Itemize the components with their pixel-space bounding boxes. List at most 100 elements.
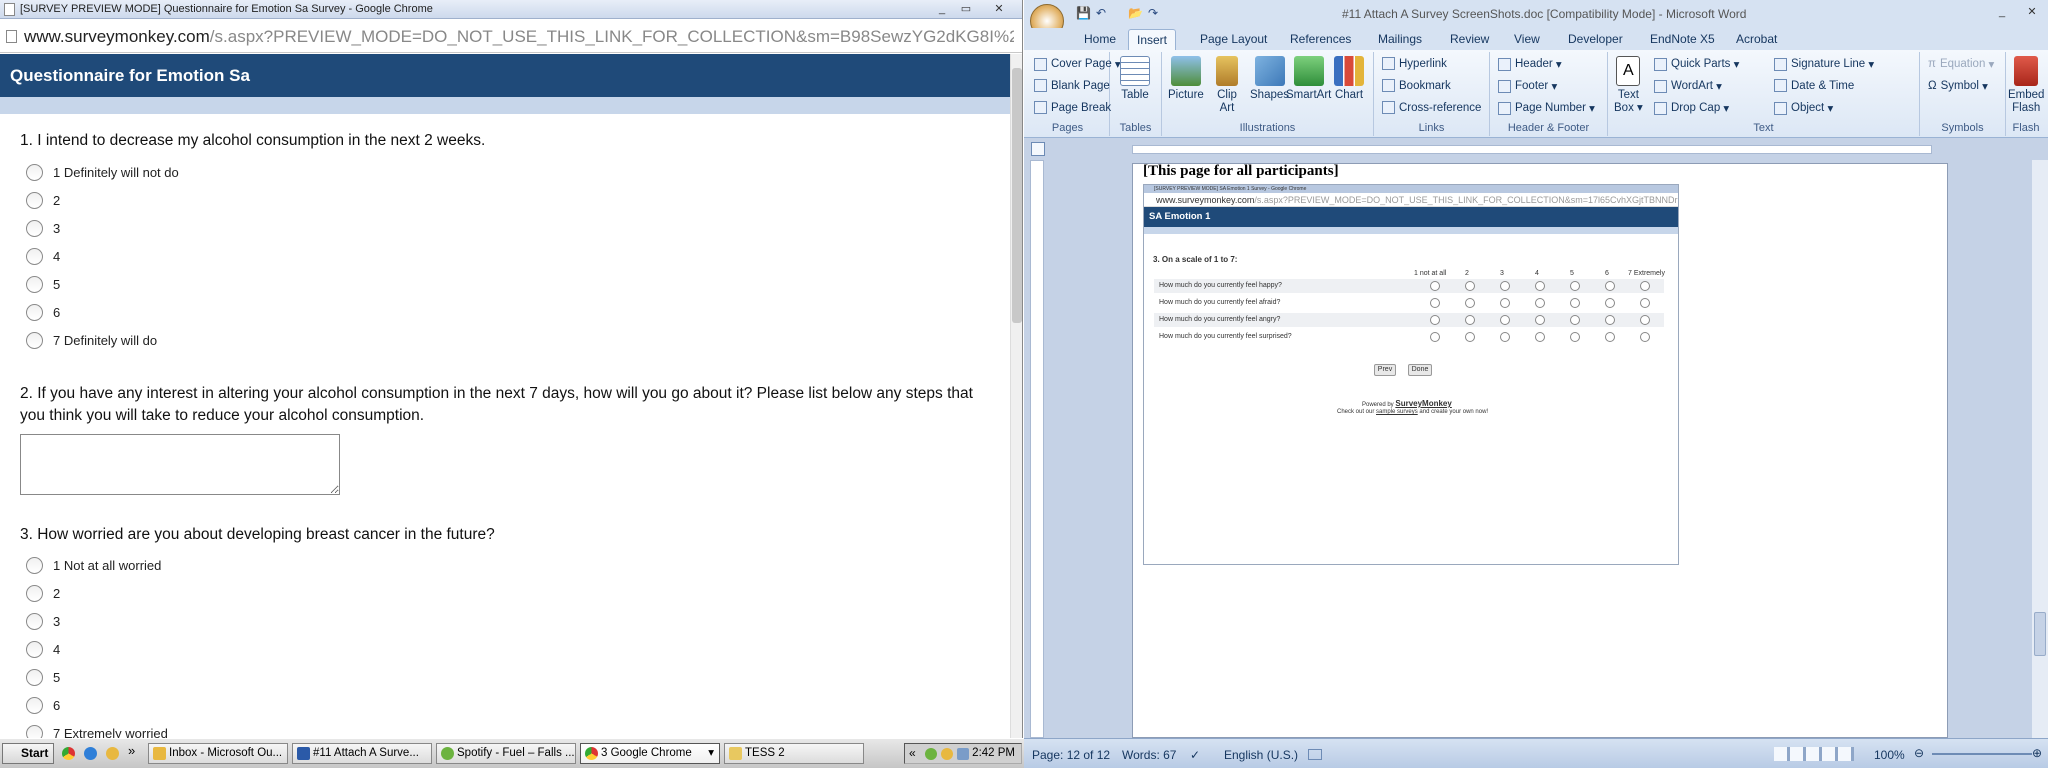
tab-references[interactable]: References (1290, 32, 1351, 46)
tray-icon[interactable] (941, 748, 953, 760)
maximize-button[interactable]: ▭ (956, 2, 976, 17)
taskbar-item-chrome[interactable]: 3 Google Chrome ▾ (580, 743, 720, 764)
zoom-in-icon[interactable]: ⊕ (2032, 746, 2042, 760)
chrome-scrollbar[interactable] (1010, 54, 1022, 738)
bookmark-button[interactable]: Bookmark (1382, 79, 1451, 92)
tab-home[interactable]: Home (1084, 32, 1116, 46)
clip-art-button[interactable]: Clip Art (1216, 56, 1238, 115)
minimize-button[interactable]: _ (932, 2, 952, 17)
radio-button[interactable] (26, 191, 43, 209)
radio-button[interactable] (26, 668, 43, 686)
start-button[interactable]: Start (2, 743, 54, 764)
tab-view[interactable]: View (1514, 32, 1540, 46)
blank-page-button[interactable]: Blank Page (1034, 79, 1110, 92)
q3-option[interactable]: 1 Not at all worried (26, 555, 161, 575)
quick-parts-button[interactable]: Quick Parts ▾ (1654, 57, 1739, 71)
tab-mailings[interactable]: Mailings (1378, 32, 1422, 46)
proofing-icon[interactable]: ✓ (1190, 748, 1200, 762)
url-text[interactable]: www.surveymonkey.com/s.aspx?PREVIEW_MODE… (24, 27, 1014, 47)
close-button[interactable]: ✕ (989, 2, 1009, 17)
radio-button[interactable] (26, 696, 43, 714)
equation-button[interactable]: π Equation ▾ (1928, 57, 1994, 71)
spotify-tray-icon[interactable] (925, 748, 937, 760)
q3-option[interactable]: 2 (26, 583, 60, 603)
hyperlink-button[interactable]: Hyperlink (1382, 57, 1447, 70)
q1-option[interactable]: 5 (26, 274, 60, 294)
chrome-quicklaunch-icon[interactable] (62, 747, 75, 760)
radio-button[interactable] (26, 556, 43, 574)
status-page[interactable]: Page: 12 of 12 (1032, 748, 1110, 762)
redo-icon[interactable]: ↷ (1148, 6, 1158, 20)
save-icon[interactable]: 💾 (1076, 6, 1091, 20)
more-chevron-icon[interactable]: » (128, 743, 135, 758)
object-button[interactable]: Object ▾ (1774, 101, 1833, 115)
radio-button[interactable] (26, 163, 43, 181)
taskbar-item-inbox[interactable]: Inbox - Microsoft Ou... (148, 743, 288, 764)
taskbar-item-tess[interactable]: TESS 2 (724, 743, 864, 764)
cover-page-button[interactable]: Cover Page ▾ (1034, 57, 1121, 71)
radio-button[interactable] (26, 584, 43, 602)
shapes-button[interactable]: Shapes (1250, 56, 1289, 102)
q1-option[interactable]: 4 (26, 246, 60, 266)
drop-cap-button[interactable]: Drop Cap ▾ (1654, 101, 1729, 115)
date-time-button[interactable]: Date & Time (1774, 79, 1854, 92)
status-zoom[interactable]: 100% (1874, 748, 1905, 762)
radio-button[interactable] (26, 612, 43, 630)
picture-button[interactable]: Picture (1168, 56, 1204, 102)
tab-acrobat[interactable]: Acrobat (1736, 32, 1777, 46)
chart-button[interactable]: Chart (1334, 56, 1364, 102)
radio-button[interactable] (26, 331, 43, 349)
taskbar-item-word[interactable]: #11 Attach A Surve... (292, 743, 432, 764)
tab-selector-icon[interactable] (1031, 142, 1045, 156)
wordart-button[interactable]: WordArt ▾ (1654, 79, 1722, 93)
smartart-button[interactable]: SmartArt (1286, 56, 1331, 102)
q3-option[interactable]: 6 (26, 695, 60, 715)
tab-developer[interactable]: Developer (1568, 32, 1623, 46)
radio-button[interactable] (26, 303, 43, 321)
word-scrollbar-thumb[interactable] (2034, 612, 2046, 656)
word-close-button[interactable]: ✕ (2022, 5, 2042, 20)
zoom-slider[interactable] (1932, 753, 2032, 755)
tray-expand-icon[interactable]: « (909, 746, 916, 760)
tab-endnote[interactable]: EndNote X5 (1650, 32, 1715, 46)
signature-line-button[interactable]: Signature Line ▾ (1774, 57, 1874, 71)
radio-button[interactable] (26, 247, 43, 265)
tab-insert[interactable]: Insert (1128, 29, 1177, 50)
radio-button[interactable] (26, 724, 43, 738)
tab-page-layout[interactable]: Page Layout (1200, 32, 1267, 46)
cross-reference-button[interactable]: Cross-reference (1382, 101, 1481, 114)
embed-flash-button[interactable]: Embed Flash (2008, 56, 2044, 115)
q1-option[interactable]: 2 (26, 190, 60, 210)
horizontal-ruler[interactable] (1024, 139, 2048, 159)
status-words[interactable]: Words: 67 (1122, 748, 1176, 762)
symbol-button[interactable]: Ω Symbol ▾ (1928, 79, 1988, 93)
page-number-button[interactable]: Page Number ▾ (1498, 101, 1595, 115)
zoom-out-icon[interactable]: ⊖ (1914, 746, 1924, 760)
vertical-ruler[interactable] (1030, 160, 1044, 738)
taskbar-item-spotify[interactable]: Spotify - Fuel – Falls ... (436, 743, 576, 764)
header-button[interactable]: Header ▾ (1498, 57, 1562, 71)
q1-option[interactable]: 7 Definitely will do (26, 330, 157, 350)
address-bar[interactable]: www.surveymonkey.com/s.aspx?PREVIEW_MODE… (0, 19, 1022, 53)
tab-review[interactable]: Review (1450, 32, 1489, 46)
q3-option[interactable]: 7 Extremely worried (26, 723, 168, 738)
footer-button[interactable]: Footer ▾ (1498, 79, 1557, 93)
q3-option[interactable]: 3 (26, 611, 60, 631)
radio-button[interactable] (26, 219, 43, 237)
word-vertical-scrollbar[interactable] (2032, 160, 2048, 738)
word-minimize-button[interactable]: _ (1992, 5, 2012, 20)
macro-record-icon[interactable] (1308, 749, 1322, 760)
q2-answer-textarea[interactable] (20, 434, 340, 495)
scrollbar-thumb[interactable] (1012, 68, 1022, 323)
open-icon[interactable]: 📂 (1128, 6, 1143, 20)
view-buttons[interactable] (1774, 747, 1854, 761)
q3-option[interactable]: 5 (26, 667, 60, 687)
table-button[interactable]: Table (1120, 56, 1150, 102)
undo-icon[interactable]: ↶ (1096, 6, 1106, 20)
outlook-quicklaunch-icon[interactable] (106, 747, 119, 760)
network-tray-icon[interactable] (957, 748, 969, 760)
embedded-screenshot[interactable]: [SURVEY PREVIEW MODE] SA Emotion 1 Surve… (1143, 184, 1679, 565)
text-box-button[interactable]: A Text Box ▾ (1614, 56, 1643, 115)
radio-button[interactable] (26, 275, 43, 293)
q1-option[interactable]: 1 Definitely will not do (26, 162, 179, 182)
